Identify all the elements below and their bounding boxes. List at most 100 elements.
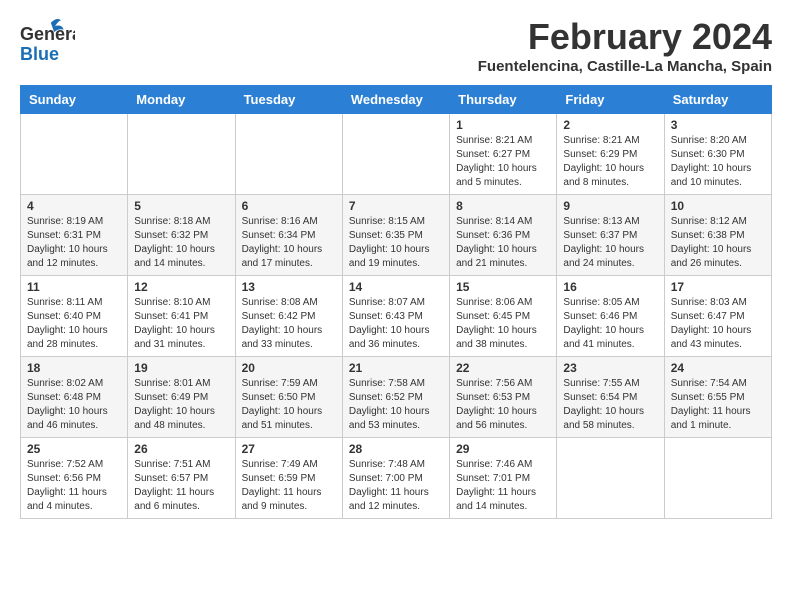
day-info: Sunrise: 8:15 AMSunset: 6:35 PMDaylight:… xyxy=(349,215,443,271)
day-number: 28 xyxy=(349,442,443,456)
calendar-cell: 27 Sunrise: 7:49 AMSunset: 6:59 PMDayligh… xyxy=(235,438,342,519)
location-subtitle: Fuentelencina, Castille-La Mancha, Spain xyxy=(478,58,772,75)
weekday-header-friday: Friday xyxy=(557,86,664,114)
weekday-header-row: SundayMondayTuesdayWednesdayThursdayFrid… xyxy=(21,86,772,114)
calendar-cell: 12Sunrise: 8:10 AMSunset: 6:41 PMDayligh… xyxy=(128,276,235,357)
calendar-cell: 24Sunrise: 7:54 AMSunset: 6:55 PMDayligh… xyxy=(664,357,771,438)
day-number: 14 xyxy=(349,280,443,294)
calendar-cell: 6 Sunrise: 8:16 AMSunset: 6:34 PMDaylight… xyxy=(235,195,342,276)
weekday-header-sunday: Sunday xyxy=(21,86,128,114)
calendar-cell: 3 Sunrise: 8:20 AMSunset: 6:30 PMDaylight… xyxy=(664,114,771,195)
title-section: February 2024 Fuentelencina, Castille-La… xyxy=(478,16,772,75)
calendar-cell: 21Sunrise: 7:58 AMSunset: 6:52 PMDayligh… xyxy=(342,357,449,438)
calendar-cell xyxy=(557,438,664,519)
weekday-header-saturday: Saturday xyxy=(664,86,771,114)
calendar-cell: 29 Sunrise: 7:46 AMSunset: 7:01 PMDayligh… xyxy=(450,438,557,519)
weekday-header-tuesday: Tuesday xyxy=(235,86,342,114)
weekday-header-thursday: Thursday xyxy=(450,86,557,114)
day-number: 6 xyxy=(242,199,336,213)
day-info: Sunrise: 8:13 AMSunset: 6:37 PMDaylight:… xyxy=(563,215,657,271)
day-info: Sunrise: 8:02 AMSunset: 6:48 PMDaylight:… xyxy=(27,377,121,433)
calendar-cell: 26 Sunrise: 7:51 AMSunset: 6:57 PMDayligh… xyxy=(128,438,235,519)
calendar-cell: 5Sunrise: 8:18 AMSunset: 6:32 PMDaylight… xyxy=(128,195,235,276)
day-number: 7 xyxy=(349,199,443,213)
calendar-cell xyxy=(664,438,771,519)
day-info: Sunrise: 7:59 AMSunset: 6:50 PMDaylight:… xyxy=(242,377,336,433)
svg-text:General: General xyxy=(20,24,75,44)
day-number: 17 xyxy=(671,280,765,294)
calendar-cell: 16Sunrise: 8:05 AMSunset: 6:46 PMDayligh… xyxy=(557,276,664,357)
day-info: Sunrise: 7:56 AMSunset: 6:53 PMDaylight:… xyxy=(456,377,550,433)
calendar-cell: 9 Sunrise: 8:13 AMSunset: 6:37 PMDaylight… xyxy=(557,195,664,276)
day-info: Sunrise: 8:14 AMSunset: 6:36 PMDaylight:… xyxy=(456,215,550,271)
day-number: 19 xyxy=(134,361,228,375)
day-info: Sunrise: 7:49 AMSunset: 6:59 PMDaylight:… xyxy=(242,458,336,514)
calendar-cell: 2Sunrise: 8:21 AMSunset: 6:29 PMDaylight… xyxy=(557,114,664,195)
calendar-cell xyxy=(21,114,128,195)
calendar-week-1: 1Sunrise: 8:21 AMSunset: 6:27 PMDaylight… xyxy=(21,114,772,195)
calendar-cell: 25 Sunrise: 7:52 AMSunset: 6:56 PMDayligh… xyxy=(21,438,128,519)
calendar-cell: 23Sunrise: 7:55 AMSunset: 6:54 PMDayligh… xyxy=(557,357,664,438)
day-info: Sunrise: 8:21 AMSunset: 6:27 PMDaylight:… xyxy=(456,134,550,190)
day-number: 26 xyxy=(134,442,228,456)
day-number: 9 xyxy=(563,199,657,213)
day-number: 15 xyxy=(456,280,550,294)
day-info: Sunrise: 8:10 AMSunset: 6:41 PMDaylight:… xyxy=(134,296,228,352)
day-number: 18 xyxy=(27,361,121,375)
day-info: Sunrise: 8:11 AMSunset: 6:40 PMDaylight:… xyxy=(27,296,121,352)
calendar-cell: 7 Sunrise: 8:15 AMSunset: 6:35 PMDaylight… xyxy=(342,195,449,276)
day-number: 27 xyxy=(242,442,336,456)
calendar-week-5: 25 Sunrise: 7:52 AMSunset: 6:56 PMDayligh… xyxy=(21,438,772,519)
calendar-cell: 13Sunrise: 8:08 AMSunset: 6:42 PMDayligh… xyxy=(235,276,342,357)
day-number: 29 xyxy=(456,442,550,456)
calendar-week-2: 4 Sunrise: 8:19 AMSunset: 6:31 PMDaylight… xyxy=(21,195,772,276)
day-number: 5 xyxy=(134,199,228,213)
calendar-cell: 1Sunrise: 8:21 AMSunset: 6:27 PMDaylight… xyxy=(450,114,557,195)
day-number: 11 xyxy=(27,280,121,294)
logo: General Blue xyxy=(20,16,75,66)
day-number: 10 xyxy=(671,199,765,213)
calendar-body: 1Sunrise: 8:21 AMSunset: 6:27 PMDaylight… xyxy=(21,114,772,519)
day-number: 4 xyxy=(27,199,121,213)
svg-text:Blue: Blue xyxy=(20,44,59,64)
calendar-table: SundayMondayTuesdayWednesdayThursdayFrid… xyxy=(20,85,772,519)
day-number: 24 xyxy=(671,361,765,375)
day-number: 8 xyxy=(456,199,550,213)
calendar-cell xyxy=(342,114,449,195)
day-info: Sunrise: 8:03 AMSunset: 6:47 PMDaylight:… xyxy=(671,296,765,352)
day-info: Sunrise: 8:19 AMSunset: 6:31 PMDaylight:… xyxy=(27,215,121,271)
calendar-cell: 14 Sunrise: 8:07 AMSunset: 6:43 PMDayligh… xyxy=(342,276,449,357)
calendar-cell: 28 Sunrise: 7:48 AMSunset: 7:00 PMDayligh… xyxy=(342,438,449,519)
day-number: 25 xyxy=(27,442,121,456)
day-number: 21 xyxy=(349,361,443,375)
calendar-cell: 19 Sunrise: 8:01 AMSunset: 6:49 PMDayligh… xyxy=(128,357,235,438)
day-info: Sunrise: 7:55 AMSunset: 6:54 PMDaylight:… xyxy=(563,377,657,433)
day-info: Sunrise: 8:12 AMSunset: 6:38 PMDaylight:… xyxy=(671,215,765,271)
calendar-header: SundayMondayTuesdayWednesdayThursdayFrid… xyxy=(21,86,772,114)
day-info: Sunrise: 8:05 AMSunset: 6:46 PMDaylight:… xyxy=(563,296,657,352)
day-number: 20 xyxy=(242,361,336,375)
day-info: Sunrise: 8:07 AMSunset: 6:43 PMDaylight:… xyxy=(349,296,443,352)
month-title: February 2024 xyxy=(478,16,772,58)
calendar-cell xyxy=(235,114,342,195)
calendar-cell xyxy=(128,114,235,195)
day-info: Sunrise: 7:48 AMSunset: 7:00 PMDaylight:… xyxy=(349,458,443,514)
day-number: 3 xyxy=(671,118,765,132)
weekday-header-wednesday: Wednesday xyxy=(342,86,449,114)
calendar-cell: 4 Sunrise: 8:19 AMSunset: 6:31 PMDaylight… xyxy=(21,195,128,276)
day-info: Sunrise: 8:16 AMSunset: 6:34 PMDaylight:… xyxy=(242,215,336,271)
calendar-cell: 8 Sunrise: 8:14 AMSunset: 6:36 PMDaylight… xyxy=(450,195,557,276)
logo-icon: General Blue xyxy=(20,18,75,66)
calendar-week-3: 11 Sunrise: 8:11 AMSunset: 6:40 PMDayligh… xyxy=(21,276,772,357)
day-info: Sunrise: 8:20 AMSunset: 6:30 PMDaylight:… xyxy=(671,134,765,190)
calendar-cell: 15Sunrise: 8:06 AMSunset: 6:45 PMDayligh… xyxy=(450,276,557,357)
day-info: Sunrise: 7:52 AMSunset: 6:56 PMDaylight:… xyxy=(27,458,121,514)
calendar-cell: 17 Sunrise: 8:03 AMSunset: 6:47 PMDayligh… xyxy=(664,276,771,357)
day-info: Sunrise: 8:01 AMSunset: 6:49 PMDaylight:… xyxy=(134,377,228,433)
calendar-week-4: 18 Sunrise: 8:02 AMSunset: 6:48 PMDayligh… xyxy=(21,357,772,438)
day-info: Sunrise: 8:21 AMSunset: 6:29 PMDaylight:… xyxy=(563,134,657,190)
calendar-cell: 18 Sunrise: 8:02 AMSunset: 6:48 PMDayligh… xyxy=(21,357,128,438)
calendar-cell: 10 Sunrise: 8:12 AMSunset: 6:38 PMDayligh… xyxy=(664,195,771,276)
day-info: Sunrise: 7:51 AMSunset: 6:57 PMDaylight:… xyxy=(134,458,228,514)
day-info: Sunrise: 7:46 AMSunset: 7:01 PMDaylight:… xyxy=(456,458,550,514)
